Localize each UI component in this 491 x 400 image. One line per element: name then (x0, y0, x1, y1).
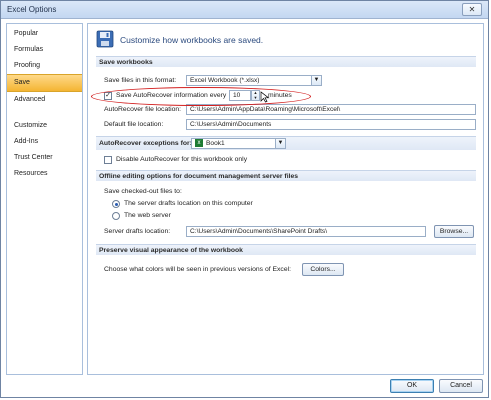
autorecover-exceptions-label: AutoRecover exceptions for: (99, 140, 192, 147)
save-format-label: Save files in this format: (104, 77, 177, 84)
page-title: Customize how workbooks are saved. (120, 35, 264, 45)
colors-button[interactable]: Colors... (302, 263, 344, 276)
workbook-name: Book1 (206, 140, 225, 147)
colors-label: Choose what colors will be seen in previ… (104, 266, 292, 273)
sidebar-item-resources[interactable]: Resources (7, 166, 82, 182)
sidebar-item-advanced[interactable]: Advanced (7, 92, 82, 108)
radio-web-server-label: The web server (124, 212, 171, 219)
sidebar-item-customize[interactable]: Customize (7, 118, 82, 134)
ok-button[interactable]: OK (390, 379, 434, 393)
server-drafts-location-input[interactable]: C:\Users\Admin\Documents\SharePoint Draf… (186, 226, 426, 237)
chevron-down-icon: ▼ (275, 139, 285, 148)
chevron-down-icon: ▼ (311, 76, 321, 85)
cancel-button[interactable]: Cancel (439, 379, 483, 393)
sidebar-item-save[interactable]: Save (7, 74, 82, 92)
category-sidebar: Popular Formulas Proofing Save Advanced … (6, 23, 83, 375)
excel-options-dialog: Excel Options ✕ Popular Formulas Proofin… (0, 0, 489, 398)
save-format-value: Excel Workbook (*.xlsx) (190, 77, 260, 84)
section-save-workbooks: Save workbooks (96, 56, 476, 67)
section-autorecover-exceptions: AutoRecover exceptions for: (96, 136, 476, 150)
save-options-panel: Customize how workbooks are saved. Save … (87, 23, 484, 375)
default-location-label: Default file location: (104, 121, 164, 128)
disable-autorecover-label: Disable AutoRecover for this workbook on… (116, 156, 248, 163)
sidebar-item-trust-center[interactable]: Trust Center (7, 150, 82, 166)
save-format-dropdown[interactable]: Excel Workbook (*.xlsx) ▼ (186, 75, 322, 86)
section-offline-editing: Offline editing options for document man… (96, 170, 476, 181)
sidebar-separator (7, 108, 82, 118)
radio-server-drafts[interactable] (112, 200, 120, 208)
disable-autorecover-checkbox[interactable] (104, 156, 112, 164)
server-drafts-location-label: Server drafts location: (104, 228, 171, 235)
radio-server-drafts-label: The server drafts location on this compu… (124, 200, 253, 207)
default-location-input[interactable]: C:\Users\Admin\Documents (186, 119, 476, 130)
workbook-icon: x (195, 139, 203, 148)
sidebar-item-proofing[interactable]: Proofing (7, 58, 82, 74)
radio-web-server[interactable] (112, 212, 120, 220)
section-visual-appearance: Preserve visual appearance of the workbo… (96, 244, 476, 255)
autorecover-location-label: AutoRecover file location: (104, 106, 182, 113)
close-button[interactable]: ✕ (462, 3, 482, 16)
window-title: Excel Options (7, 5, 57, 14)
sidebar-item-formulas[interactable]: Formulas (7, 42, 82, 58)
sidebar-item-popular[interactable]: Popular (7, 26, 82, 42)
autorecover-workbook-dropdown[interactable]: x Book1 ▼ (191, 138, 286, 149)
browse-button[interactable]: Browse... (434, 225, 474, 238)
save-disk-icon (96, 30, 114, 48)
highlight-annotation (91, 87, 311, 106)
page-banner: Customize how workbooks are saved. (96, 30, 476, 50)
mouse-cursor-icon (260, 91, 270, 103)
title-bar: Excel Options ✕ (1, 1, 488, 19)
save-checked-out-label: Save checked-out files to: (104, 188, 182, 195)
sidebar-item-add-ins[interactable]: Add-Ins (7, 134, 82, 150)
